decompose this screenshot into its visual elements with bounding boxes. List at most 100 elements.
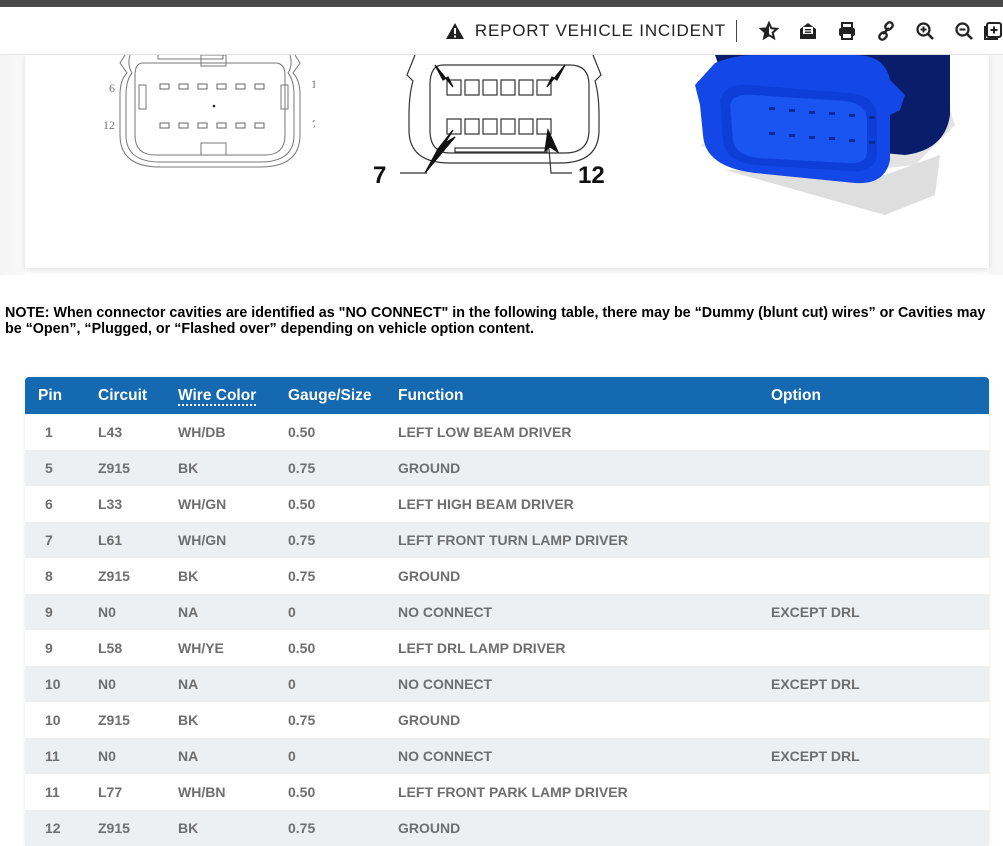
cell-option bbox=[771, 414, 989, 450]
table-row: 9 L58 WH/YE 0.50 LEFT DRL LAMP DRIVER bbox=[25, 630, 989, 666]
cell-wire-color: WH/BN bbox=[178, 784, 226, 800]
cell-function: LEFT FRONT PARK LAMP DRIVER bbox=[398, 784, 628, 800]
cell-option bbox=[771, 450, 989, 486]
pin-row-bottom bbox=[159, 122, 265, 129]
cell-option bbox=[771, 558, 989, 594]
pin-label: 7 bbox=[373, 162, 386, 189]
cell-function: LEFT FRONT TURN LAMP DRIVER bbox=[398, 532, 628, 548]
cell-pin: 7 bbox=[45, 532, 53, 548]
table-row: 10 N0 NA 0 NO CONNECT EXCEPT DRL bbox=[25, 666, 989, 702]
cell-function: GROUND bbox=[398, 820, 461, 836]
cell-option: EXCEPT DRL bbox=[771, 676, 860, 692]
zoom-in-button[interactable] bbox=[905, 16, 944, 46]
cell-gauge: 0 bbox=[288, 748, 296, 764]
table-row: 5 Z915 BK 0.75 GROUND bbox=[25, 450, 989, 486]
copy-link-button[interactable] bbox=[866, 16, 905, 46]
cell-circuit: Z915 bbox=[98, 820, 130, 836]
cell-wire-color: BK bbox=[178, 712, 199, 728]
cell-wire-color: BK bbox=[178, 820, 199, 836]
column-header-function[interactable]: Function bbox=[398, 377, 771, 414]
cell-function: LEFT HIGH BEAM DRIVER bbox=[398, 496, 574, 512]
pin-label: 12 bbox=[103, 118, 115, 132]
print-button[interactable] bbox=[827, 16, 866, 46]
table-row: 12 Z915 BK 0.75 GROUND bbox=[25, 810, 989, 846]
cell-gauge: 0.75 bbox=[288, 820, 316, 836]
cell-gauge: 0.75 bbox=[288, 460, 316, 476]
cell-wire-color: BK bbox=[178, 568, 199, 584]
connector-face-drawing: 6 1 12 7 bbox=[103, 55, 315, 168]
cell-option bbox=[771, 774, 989, 810]
cell-pin: 10 bbox=[45, 676, 61, 692]
cell-function: NO CONNECT bbox=[398, 604, 493, 620]
warning-icon bbox=[445, 22, 464, 39]
cell-wire-color: WH/DB bbox=[178, 424, 226, 440]
cell-wire-color: NA bbox=[178, 604, 199, 620]
cell-pin: 12 bbox=[45, 820, 61, 836]
favorite-button[interactable] bbox=[749, 16, 788, 46]
table-row: 11 L77 WH/BN 0.50 LEFT FRONT PARK LAMP DRIVE… bbox=[25, 774, 989, 810]
report-vehicle-incident-button[interactable]: REPORT VEHICLE INCIDENT bbox=[445, 21, 726, 41]
page-margin bbox=[989, 55, 1003, 275]
cell-gauge: 0.50 bbox=[288, 784, 316, 800]
email-button[interactable] bbox=[788, 16, 827, 46]
cell-circuit: L43 bbox=[98, 424, 123, 440]
cell-pin: 9 bbox=[45, 640, 53, 656]
cell-circuit: L61 bbox=[98, 532, 123, 548]
cell-gauge: 0.75 bbox=[288, 568, 316, 584]
cell-function: NO CONNECT bbox=[398, 676, 493, 692]
cell-pin: 11 bbox=[45, 748, 60, 764]
cell-option bbox=[771, 702, 989, 738]
table-row: 1 L43 WH/DB 0.50 LEFT LOW BEAM DRIVER bbox=[25, 414, 989, 450]
zoom-out-button[interactable] bbox=[944, 16, 983, 46]
note-text: NOTE: When connector cavities are identi… bbox=[5, 305, 986, 337]
add-window-icon bbox=[984, 21, 1002, 40]
cell-pin: 11 bbox=[45, 784, 60, 800]
cell-gauge: 0 bbox=[288, 604, 296, 620]
cell-wire-color: WH/GN bbox=[178, 532, 227, 548]
zoom-in-icon bbox=[915, 21, 934, 40]
pinout-table: Pin Circuit Wire Color Gauge/Size Functi… bbox=[25, 377, 989, 846]
cell-wire-color: NA bbox=[178, 676, 199, 692]
cell-option bbox=[771, 522, 989, 558]
pin-label: 12 bbox=[578, 162, 605, 189]
cell-circuit: L77 bbox=[98, 784, 123, 800]
cell-pin: 9 bbox=[45, 604, 53, 620]
cell-circuit: N0 bbox=[98, 676, 116, 692]
toolbar-divider bbox=[736, 19, 737, 42]
connector-3d-render bbox=[695, 55, 955, 215]
link-icon bbox=[877, 20, 894, 41]
table-header-row: Pin Circuit Wire Color Gauge/Size Functi… bbox=[25, 377, 989, 414]
table-row: 8 Z915 BK 0.75 GROUND bbox=[25, 558, 989, 594]
cell-gauge: 0.50 bbox=[288, 496, 316, 512]
cell-circuit: L33 bbox=[98, 496, 123, 512]
email-icon bbox=[799, 22, 816, 39]
cell-wire-color: BK bbox=[178, 460, 199, 476]
column-header-gauge[interactable]: Gauge/Size bbox=[288, 377, 398, 414]
pin-label: 1 bbox=[311, 77, 315, 91]
cell-option: EXCEPT DRL bbox=[771, 748, 860, 764]
cell-function: LEFT LOW BEAM DRIVER bbox=[398, 424, 572, 440]
cell-circuit: N0 bbox=[98, 748, 116, 764]
report-label: REPORT VEHICLE INCIDENT bbox=[474, 20, 726, 40]
column-header-circuit[interactable]: Circuit bbox=[98, 377, 178, 414]
add-window-button[interactable] bbox=[983, 16, 1003, 46]
cell-pin: 5 bbox=[45, 460, 53, 476]
cell-function: LEFT DRL LAMP DRIVER bbox=[398, 640, 566, 656]
connector-image-card: 6 1 12 7 7 12 bbox=[25, 55, 989, 268]
star-icon bbox=[758, 20, 779, 40]
table-row: 9 N0 NA 0 NO CONNECT EXCEPT DRL bbox=[25, 594, 989, 630]
cell-circuit: N0 bbox=[98, 604, 116, 620]
cell-gauge: 0 bbox=[288, 676, 296, 692]
window-top-bar bbox=[0, 0, 1003, 7]
cell-pin: 8 bbox=[45, 568, 53, 584]
cell-gauge: 0.75 bbox=[288, 532, 316, 548]
cell-function: GROUND bbox=[398, 712, 461, 728]
column-header-pin[interactable]: Pin bbox=[25, 377, 98, 414]
cell-gauge: 0.50 bbox=[288, 424, 316, 440]
column-header-wire-color[interactable]: Wire Color bbox=[178, 377, 288, 414]
cell-wire-color: WH/YE bbox=[178, 640, 224, 656]
cell-function: NO CONNECT bbox=[398, 748, 493, 764]
pin-label: 6 bbox=[109, 81, 115, 95]
wire-color-tooltip-label[interactable]: Wire Color bbox=[178, 386, 257, 406]
column-header-option[interactable]: Option bbox=[771, 377, 989, 414]
